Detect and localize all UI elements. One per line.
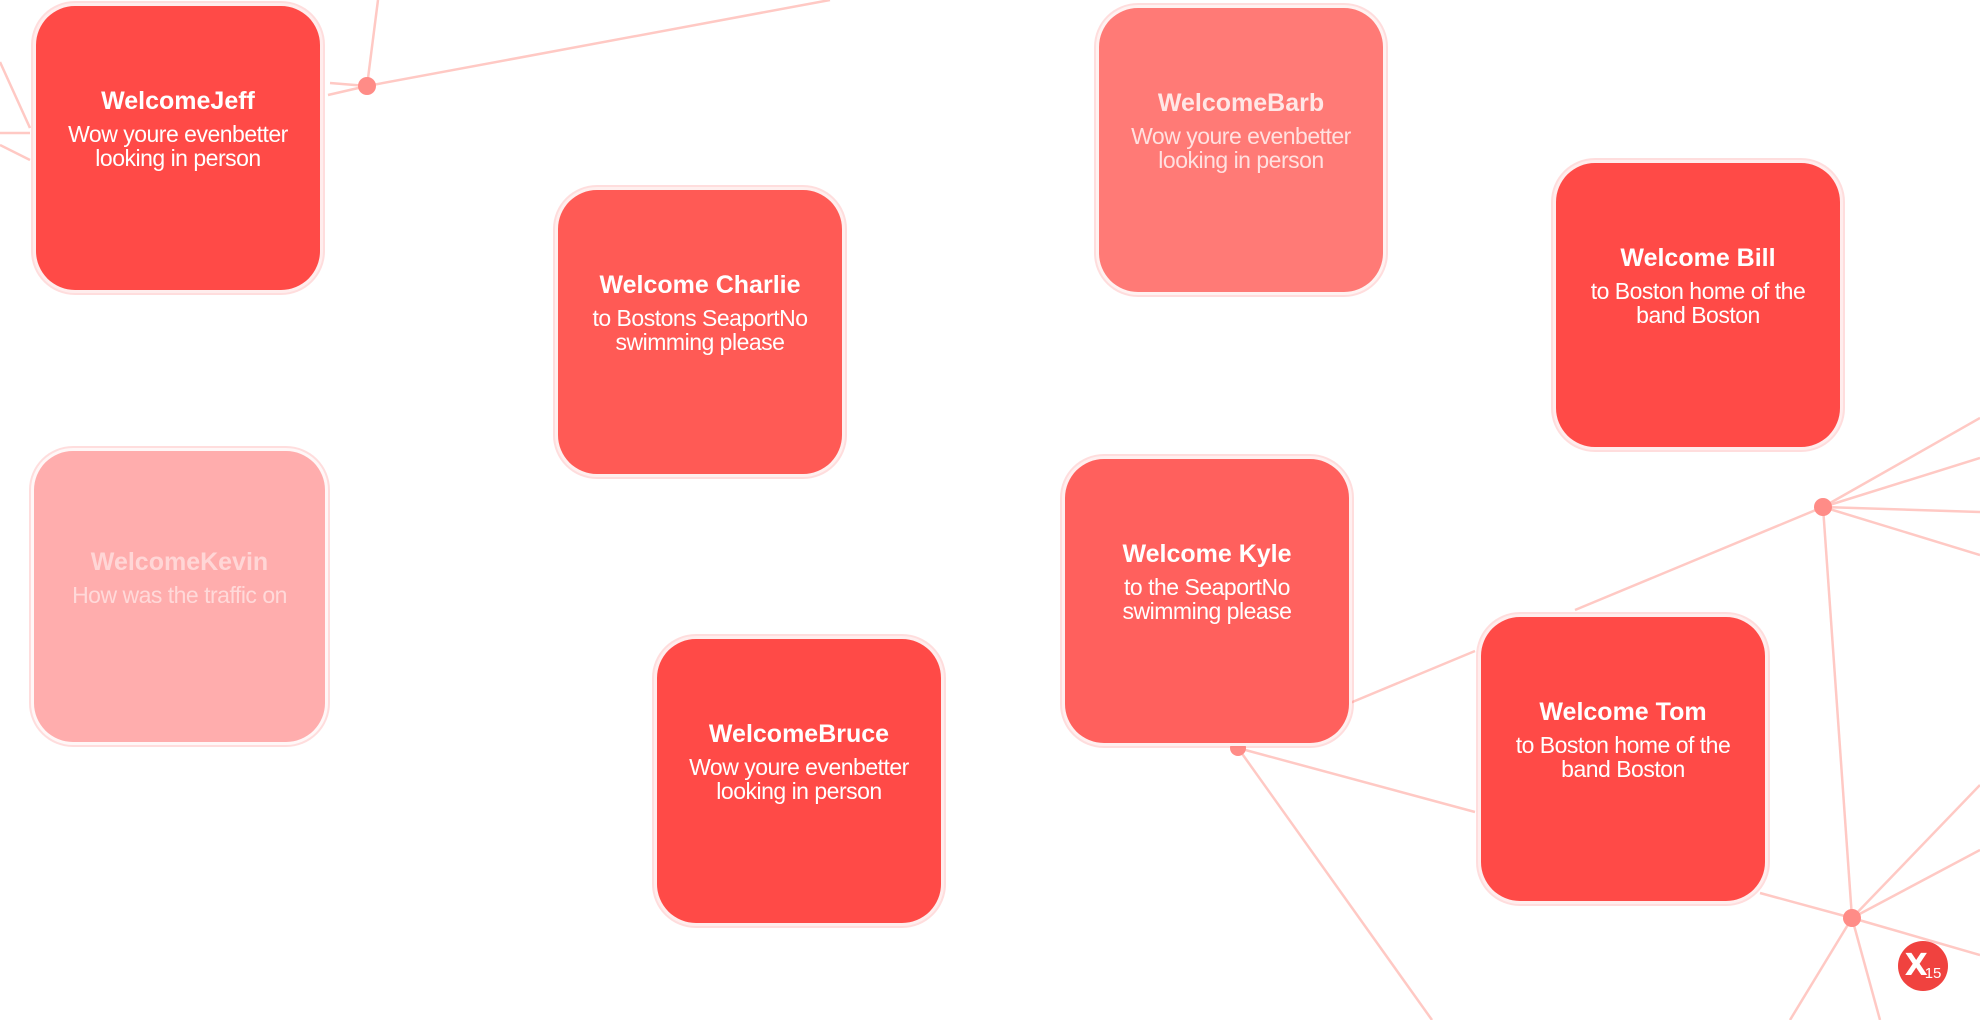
welcome-card-barb[interactable]: WelcomeBarb Wow youre evenbetter looking… — [1096, 5, 1386, 295]
card-message: to the SeaportNo swimming please — [1122, 574, 1292, 624]
card-title: Welcome Kyle — [1122, 540, 1292, 568]
welcome-wall: WelcomeJeff Wow youre evenbetter looking… — [0, 0, 1980, 1020]
card-title: WelcomeBruce — [708, 720, 890, 748]
card-title: WelcomeJeff — [101, 87, 255, 115]
card-title: Welcome Charlie — [599, 271, 801, 299]
logo-number: 15 — [1924, 964, 1942, 982]
welcome-card-charlie[interactable]: Welcome Charlie to Bostons SeaportNo swi… — [555, 187, 845, 477]
card-title: Welcome Bill — [1620, 244, 1776, 272]
welcome-card-bill[interactable]: Welcome Bill to Boston home of the band … — [1553, 160, 1843, 450]
welcome-card-kyle[interactable]: Welcome Kyle to the SeaportNo swimming p… — [1062, 456, 1352, 746]
welcome-card-tom[interactable]: Welcome Tom to Boston home of the band B… — [1478, 614, 1768, 904]
x15-logo-icon: X 15 — [1898, 941, 1948, 991]
card-title: WelcomeKevin — [90, 547, 269, 576]
card-message: How was the traffic on — [72, 581, 287, 608]
card-message: to Bostons SeaportNo swimming please — [592, 305, 808, 355]
card-message: to Boston home of the band Boston — [1590, 278, 1806, 328]
card-message: to Boston home of the band Boston — [1515, 732, 1731, 782]
welcome-card-kevin[interactable]: WelcomeKevin How was the traffic on — [31, 448, 328, 745]
welcome-card-jeff[interactable]: WelcomeJeff Wow youre evenbetter looking… — [33, 3, 323, 293]
card-message: Wow youre evenbetter looking in person — [689, 754, 909, 804]
card-title: WelcomeBarb — [1157, 89, 1325, 117]
card-message: Wow youre evenbetter looking in person — [1131, 123, 1351, 173]
welcome-card-bruce[interactable]: WelcomeBruce Wow youre evenbetter lookin… — [654, 636, 944, 926]
card-title: Welcome Tom — [1539, 698, 1707, 726]
card-message: Wow youre evenbetter looking in person — [68, 121, 288, 171]
